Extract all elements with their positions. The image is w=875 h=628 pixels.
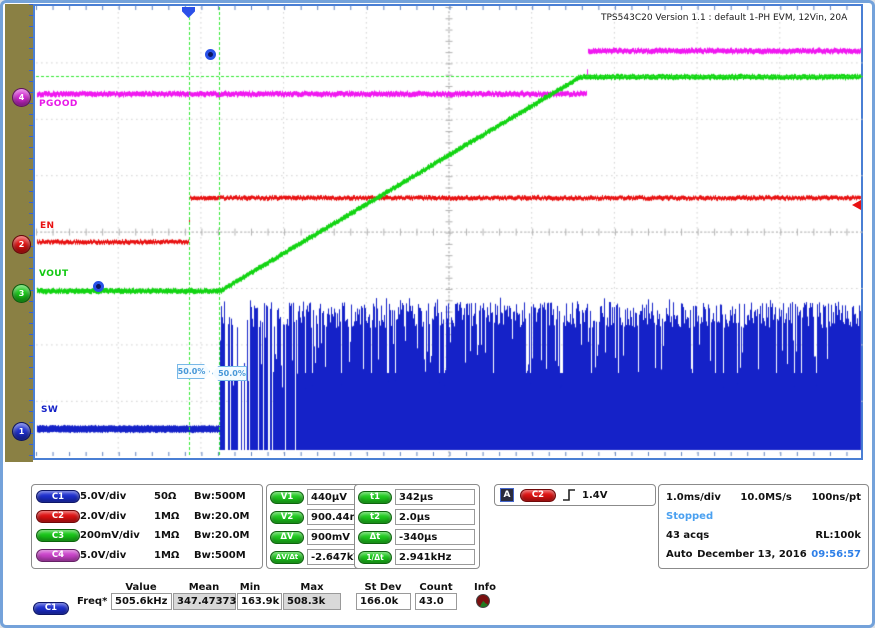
cursor-marker-b-icon[interactable]: [93, 281, 104, 292]
cursor-t2-badge[interactable]: t2: [358, 510, 392, 524]
rising-edge-icon: [563, 489, 575, 501]
cursor-dt-badge[interactable]: Δt: [358, 530, 392, 544]
cursor-t2-value: 2.0µs: [395, 509, 475, 525]
meas-min-box: 163.9k: [237, 593, 282, 610]
channel1-position-marker[interactable]: 1: [12, 422, 31, 441]
cursor-t1-row: t1 342µs: [355, 487, 479, 507]
channel3-position-marker[interactable]: 3: [12, 284, 31, 303]
cursor-dv-badge[interactable]: ΔV: [270, 530, 304, 544]
meas-max-box: 508.3k: [283, 593, 341, 610]
channel4-number: 4: [18, 93, 25, 102]
acqs-count: 43 acqs: [666, 530, 710, 541]
info-icon[interactable]: [476, 594, 490, 608]
channel2-number: 2: [18, 240, 25, 249]
trigger-source-badge: C2: [520, 488, 556, 502]
channel3-bandwidth: Bw:20.0M: [194, 530, 250, 542]
meas-header-mean: Mean: [188, 582, 220, 593]
channel4-badge[interactable]: C4: [36, 548, 80, 562]
meas-c1-badge: C1: [33, 601, 69, 615]
record-length: RL:100k: [815, 530, 861, 541]
oscilloscope-screen: 4 2 3 1 PGOOD EN VOUT SW TPS543C20 Versi…: [0, 0, 875, 628]
meas-mean-box: 347.47373k: [173, 593, 243, 610]
channel2-row: C2 2.0V/div 1MΩ Bw:20.0M: [32, 507, 262, 527]
meas-value-box: 505.6kHz: [111, 593, 172, 610]
cursor-t2-row: t2 2.0µs: [355, 507, 479, 527]
channel4-scale: 5.0V/div: [80, 549, 127, 561]
channel4-bandwidth: Bw:500M: [194, 549, 246, 561]
channel1-number: 1: [18, 427, 25, 436]
channel3-impedance: 1MΩ: [154, 530, 180, 542]
chann2-bandwidth: Bw:20.0M: [194, 510, 250, 522]
channel3-scale: 200mV/div: [80, 530, 140, 542]
waveform-canvas[interactable]: [35, 6, 863, 458]
meas-count-box: 43.0: [415, 593, 457, 610]
meas-header-info: Info: [473, 582, 497, 593]
trigger-panel[interactable]: A C2 1.4V: [494, 484, 656, 506]
channel2-scale: 2.0V/div: [80, 510, 127, 522]
cursor-t1-badge[interactable]: t1: [358, 490, 392, 504]
acquisition-panel[interactable]: 1.0ms/div 10.0MS/s 100ns/pt Stopped 43 a…: [658, 484, 869, 569]
datetime-row: Auto December 13, 2016 09:56:57: [659, 545, 868, 564]
cursor-v2-badge[interactable]: V2: [270, 510, 304, 524]
measurement-name: Freq*: [77, 596, 108, 607]
status-row: Stopped: [659, 507, 868, 526]
vout-trace-label: VOUT: [39, 269, 69, 279]
channel2-position-marker[interactable]: 2: [12, 235, 31, 254]
time-value: 09:56:57: [811, 549, 861, 560]
channel3-number: 3: [18, 289, 25, 298]
trigger-level-value: 1.4V: [582, 489, 608, 501]
channel1-scale: 5.0V/div: [80, 491, 127, 503]
pgood-trace-label: PGOOD: [39, 99, 78, 109]
meas-header-max: Max: [300, 582, 324, 593]
channel4-impedance: 1MΩ: [154, 549, 180, 561]
cursor-marker-a-icon[interactable]: [205, 49, 216, 60]
date-value: December 13, 2016: [697, 549, 807, 560]
resolution-value: 100ns/pt: [811, 492, 861, 503]
acqs-row: 43 acqs RL:100k: [659, 526, 868, 545]
channel1-bandwidth: Bw:500M: [194, 491, 246, 503]
left-gutter: [5, 4, 33, 462]
sample-rate-value: 10.0MS/s: [740, 492, 792, 503]
en-trace-label: EN: [40, 221, 55, 231]
meas-header-count: Count: [419, 582, 453, 593]
channel1-row: C1 5.0V/div 50Ω Bw:500M: [32, 487, 262, 507]
trigger-mode-icon: A: [500, 488, 514, 502]
cursor-v1-badge[interactable]: V1: [270, 490, 304, 504]
timebase-value: 1.0ms/div: [666, 492, 721, 503]
meas-header-min: Min: [239, 582, 261, 593]
cursor-1dt-badge[interactable]: 1/Δt: [358, 550, 392, 564]
cursor-time-panel: t1 342µs t2 2.0µs Δt -340µs 1/Δt 2.941kH…: [354, 484, 480, 569]
channel2-impedance: 1MΩ: [154, 510, 180, 522]
channel2-badge[interactable]: C2: [36, 509, 80, 523]
acquisition-status: Stopped: [666, 511, 714, 522]
channel-settings-panel: C1 5.0V/div 50Ω Bw:500M C2 2.0V/div 1MΩ …: [31, 484, 263, 569]
sw-trace-label: SW: [41, 405, 59, 415]
channel1-badge[interactable]: C1: [36, 490, 80, 504]
channel3-row: C3 200mV/div 1MΩ Bw:20.0M: [32, 526, 262, 546]
meas-header-stdev: St Dev: [364, 582, 402, 593]
page-title: TPS543C20 Version 1.1 : default 1-PH EVM…: [601, 13, 848, 23]
cursor-dt-value: -340µs: [395, 529, 475, 545]
channel4-row: C4 5.0V/div 1MΩ Bw:500M: [32, 546, 262, 566]
cursor-t1-value: 342µs: [395, 489, 475, 505]
meas-header-value: Value: [125, 582, 157, 593]
meas-stdev-box: 166.0k: [356, 593, 411, 610]
cursor-dvdt-badge[interactable]: ΔV/Δt: [270, 550, 304, 564]
trigger-level-arrow-icon[interactable]: [852, 200, 861, 210]
channel3-badge[interactable]: C3: [36, 529, 80, 543]
trigger-mode-auto: Auto: [666, 549, 693, 560]
cursor-a-callout[interactable]: 50.0%: [177, 364, 210, 379]
channel4-position-marker[interactable]: 4: [12, 88, 31, 107]
measurement-source-badge[interactable]: C1: [33, 595, 69, 615]
cursor-1dt-row: 1/Δt 2.941kHz: [355, 547, 479, 567]
channel1-impedance: 50Ω: [154, 491, 177, 503]
cursor-dt-row: Δt -340µs: [355, 527, 479, 547]
cursor-b-callout[interactable]: 50.0%: [212, 366, 247, 381]
cursor-1dt-value: 2.941kHz: [395, 549, 475, 565]
timebase-row: 1.0ms/div 10.0MS/s 100ns/pt: [659, 488, 868, 507]
